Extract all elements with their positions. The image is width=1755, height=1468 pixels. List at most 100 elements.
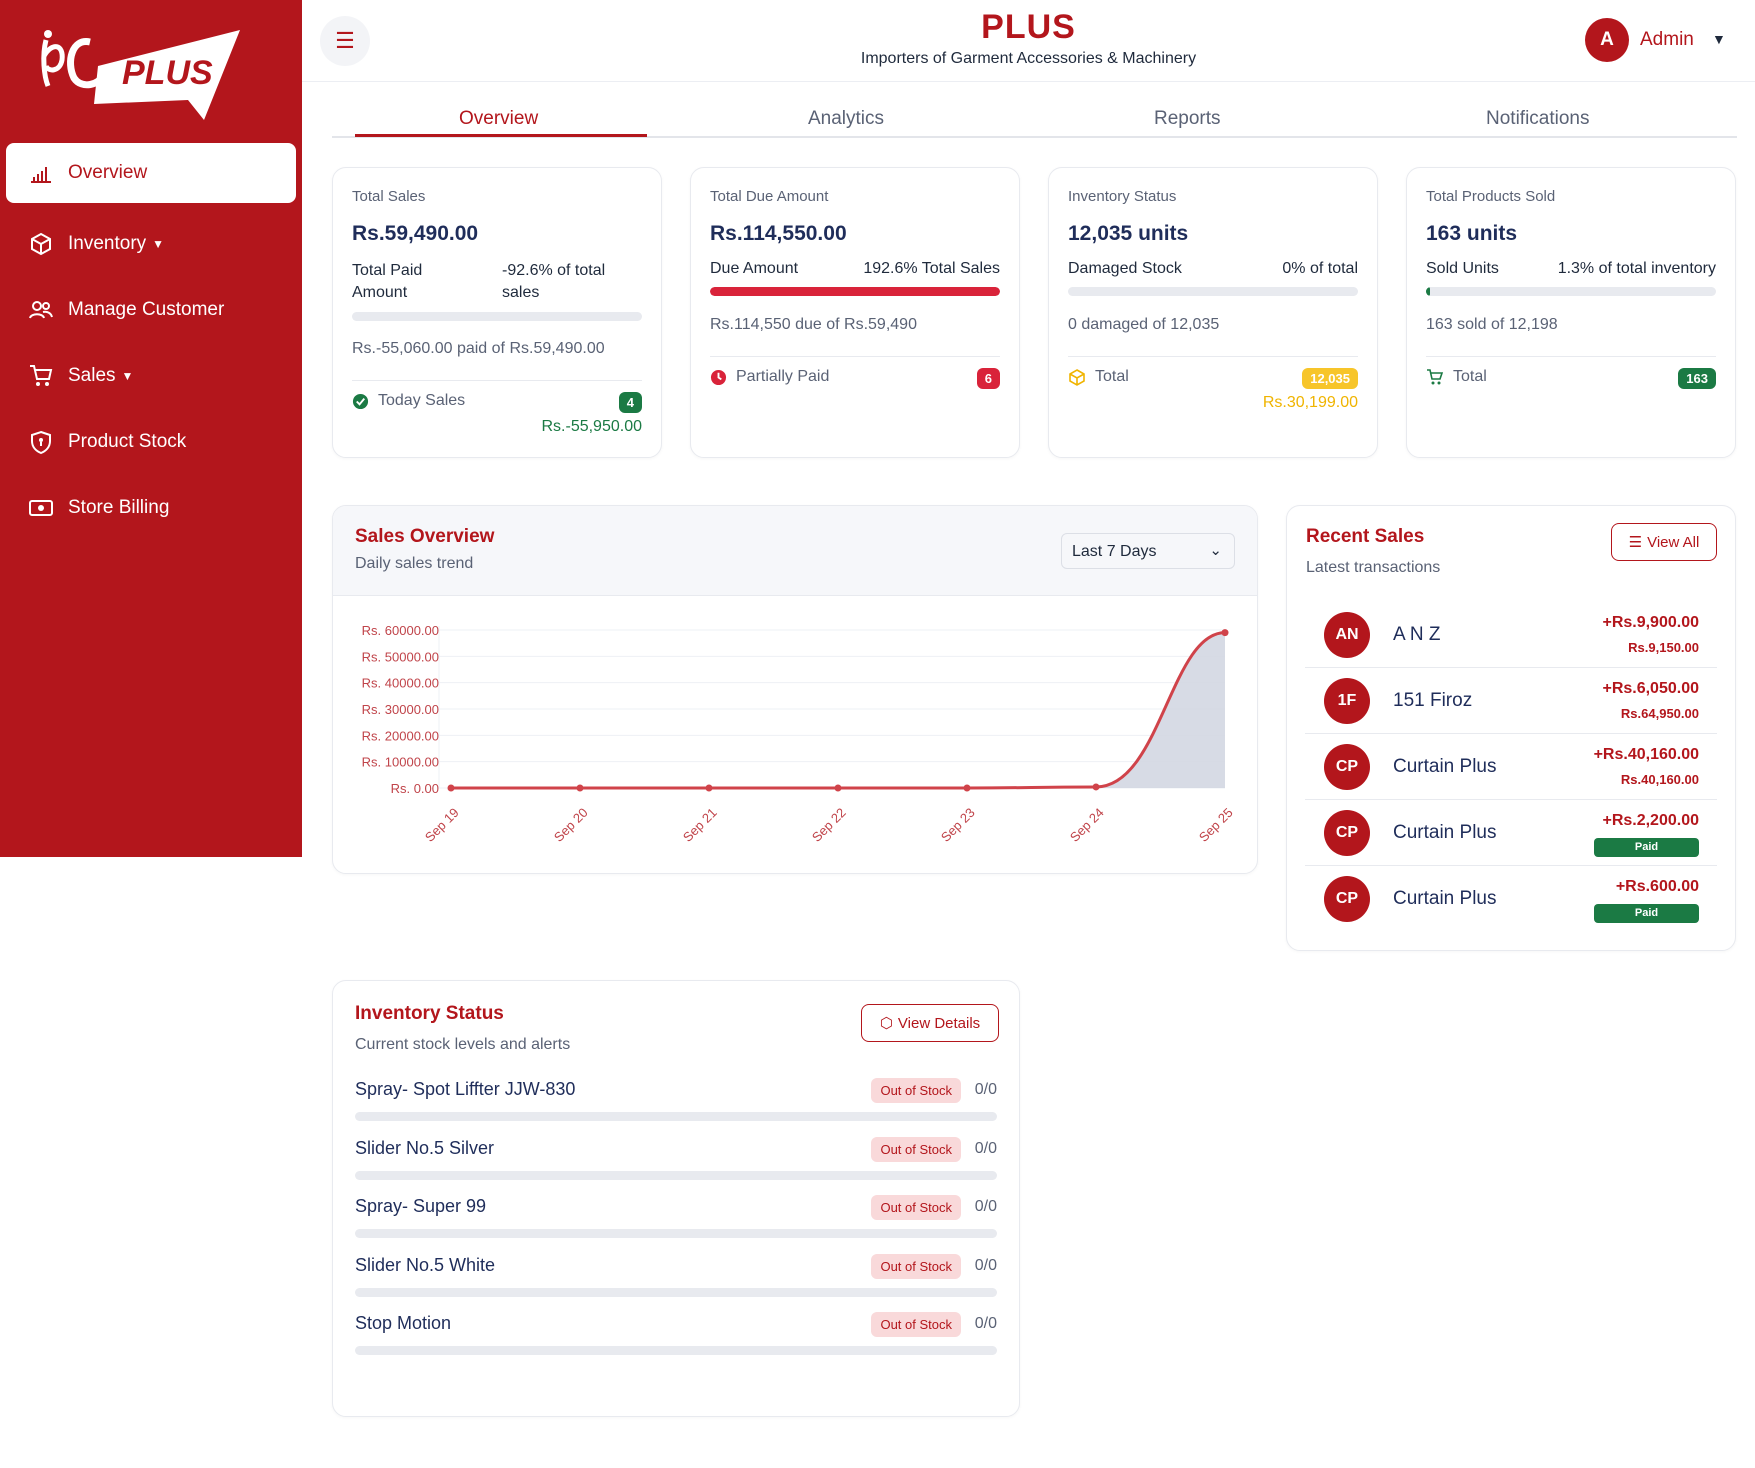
button-label: View All [1647, 533, 1700, 551]
stock-level-bar [355, 1287, 997, 1297]
inventory-item-row: Slider No.5 Silver Out of Stock 0/0 [355, 1136, 997, 1194]
footer-label: Total [1453, 368, 1487, 385]
product-name: Spray- Super 99 [355, 1196, 487, 1216]
sidebar-item-label: Sales [68, 365, 116, 386]
caret-down-icon[interactable]: ▼ [1712, 31, 1726, 47]
y-tick-label: Rs. 50000.00 [362, 649, 439, 664]
card-left-label: Sold Units [1426, 260, 1499, 277]
user-avatar[interactable]: A [1585, 18, 1629, 62]
list-icon: ☰ [1628, 534, 1643, 551]
view-all-button[interactable]: ☰ View All [1611, 523, 1717, 561]
tab-overview[interactable]: Overview [459, 108, 538, 130]
sale-amount: +Rs.2,200.00 [1602, 812, 1699, 829]
sale-amount: +Rs.9,900.00 [1602, 614, 1699, 631]
y-tick-label: Rs. 0.00 [391, 781, 439, 796]
button-label: View Details [897, 1014, 981, 1032]
count-badge: 12,035 [1302, 368, 1358, 389]
card-value: Rs.114,550.00 [710, 222, 847, 245]
sidebar-item-manage-customer[interactable]: Manage Customer [6, 280, 296, 340]
panel-title: Sales Overview [355, 526, 495, 547]
card-right-label: 1.3% of total inventory [1557, 260, 1716, 277]
recent-sale-row[interactable]: AN A N Z +Rs.9,900.00 Rs.9,150.00 [1305, 602, 1717, 668]
plus-logo[interactable]: PLUS [40, 26, 245, 126]
sidebar-item-inventory[interactable]: Inventory ▼ [6, 214, 296, 274]
card-summary: 0 damaged of 12,035 [1068, 316, 1220, 333]
footer-value: Rs.-55,950.00 [541, 418, 642, 435]
data-point [705, 784, 713, 792]
inventory-item-row: Stop Motion Out of Stock 0/0 [355, 1312, 997, 1369]
tab-analytics[interactable]: Analytics [808, 108, 884, 130]
data-point [576, 784, 584, 792]
card-left-label: Total Paid Amount [352, 262, 423, 301]
sidebar-item-store-billing[interactable]: Store Billing [6, 478, 296, 538]
cart-icon [30, 365, 53, 386]
select-value: Last 7 Days [1072, 543, 1157, 560]
card-footer: Partially Paid [710, 368, 829, 386]
y-tick-label: Rs. 60000.00 [362, 623, 439, 638]
sidebar-item-overview[interactable]: Overview [6, 143, 296, 203]
tab-reports[interactable]: Reports [1154, 108, 1221, 130]
sale-amount: +Rs.600.00 [1615, 878, 1699, 895]
inventory-item-row: Slider No.5 White Out of Stock 0/0 [355, 1253, 997, 1311]
user-menu[interactable]: Admin [1640, 29, 1694, 51]
sidebar-item-sales[interactable]: Sales ▼ [6, 346, 296, 406]
box-icon [1069, 369, 1085, 386]
sale-subtotal: Rs.9,150.00 [1628, 640, 1699, 655]
stock-status-badge: Out of Stock [871, 1136, 961, 1162]
recent-sale-row[interactable]: CP Curtain Plus +Rs.2,200.00 Paid [1305, 800, 1717, 866]
active-tab-indicator [355, 134, 647, 137]
progress-bar [1068, 287, 1358, 296]
recent-sale-row[interactable]: CP Curtain Plus +Rs.600.00 Paid [1305, 866, 1717, 932]
x-tick-label: Sep 22 [809, 805, 849, 845]
sidebar-item-label: Manage Customer [68, 299, 225, 320]
customer-avatar: CP [1324, 810, 1370, 856]
progress-bar [710, 287, 1000, 296]
card-label: Inventory Status [1068, 188, 1177, 205]
card-footer: Total [1426, 368, 1487, 386]
inventory-status-panel: Inventory Status Current stock levels an… [332, 980, 1020, 1417]
date-range-select[interactable]: Last 7 Days ⌄ [1061, 533, 1235, 569]
stock-level-bar [355, 1170, 997, 1180]
customer-name: Curtain Plus [1393, 756, 1497, 777]
sidebar-item-label: Inventory [68, 233, 147, 254]
cart-icon [1427, 369, 1444, 385]
total-sales-card: Total Sales Rs.59,490.00 Total Paid Amou… [332, 167, 662, 458]
svg-text:PLUS: PLUS [122, 54, 213, 92]
inventory-item-row: Spray- Spot Liffter JJW-830 Out of Stock 0… [355, 1078, 997, 1135]
progress-bar [352, 312, 642, 321]
x-tick-label: Sep 24 [1067, 805, 1107, 845]
footer-label: Today Sales [378, 392, 466, 409]
stock-status-badge: Out of Stock [871, 1312, 961, 1337]
products-sold-card: Total Products Sold 163 units Sold Units… [1406, 167, 1736, 458]
stock-level-bar [355, 1346, 997, 1355]
paid-badge: Paid [1594, 838, 1699, 857]
tab-notifications[interactable]: Notifications [1486, 108, 1590, 130]
customer-avatar: CP [1324, 744, 1370, 790]
stock-status-badge: Out of Stock [871, 1078, 961, 1103]
stock-quantity: 0/0 [974, 1256, 997, 1274]
y-tick-label: Rs. 20000.00 [362, 728, 439, 743]
users-icon [29, 301, 53, 319]
card-summary: Rs.114,550 due of Rs.59,490 [710, 316, 917, 333]
inventory-status-card: Inventory Status 12,035 units Damaged St… [1048, 167, 1378, 458]
view-details-button[interactable]: ⬡ View Details [861, 1004, 999, 1042]
product-name: Spray- Spot Liffter JJW-830 [355, 1079, 576, 1099]
product-name: Slider No.5 Silver [355, 1137, 495, 1158]
product-name: Stop Motion [355, 1313, 452, 1333]
card-footer: Total [1068, 368, 1129, 386]
sidebar-item-product-stock[interactable]: Product Stock [6, 412, 296, 472]
sidebar-item-label: Store Billing [68, 497, 170, 518]
data-point [834, 784, 842, 792]
count-badge: 4 [618, 392, 642, 413]
recent-sale-row[interactable]: 1F 151 Firoz +Rs.6,050.00 Rs.64,950.00 [1305, 668, 1717, 734]
x-tick-label: Sep 19 [422, 805, 462, 845]
recent-sale-row[interactable]: CP Curtain Plus +Rs.40,160.00 Rs.40,160.00 [1305, 734, 1717, 800]
sale-amount: +Rs.6,050.00 [1602, 680, 1699, 697]
card-left-label: Damaged Stock [1068, 260, 1182, 277]
x-tick-label: Sep 20 [551, 805, 591, 845]
divider [1426, 356, 1716, 357]
inventory-item-row: Spray- Super 99 Out of Stock 0/0 [355, 1195, 997, 1252]
bar-chart-icon [31, 167, 51, 183]
customer-name: Curtain Plus [1393, 888, 1497, 909]
sale-amount: +Rs.40,160.00 [1593, 746, 1699, 763]
